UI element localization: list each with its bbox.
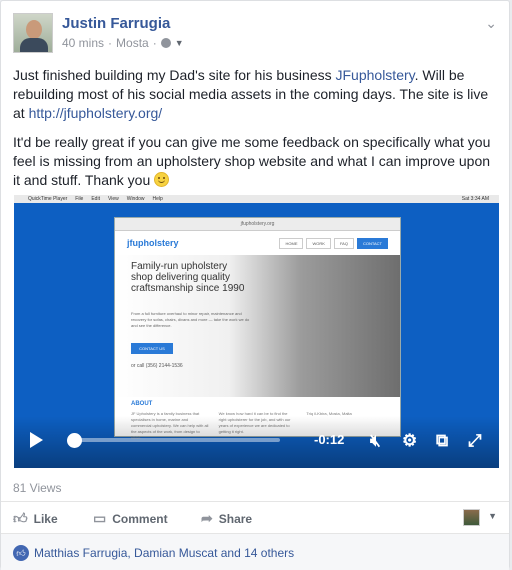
fullscreen-icon[interactable]: ⤢ [468, 431, 482, 451]
comment-icon: ▭ [93, 510, 107, 526]
site-call: or call (356) 2144-1536 [131, 363, 183, 369]
like-badge-icon: 👍︎ [13, 545, 29, 561]
caret-down-icon[interactable]: ▼ [175, 38, 184, 48]
share-as-avatar[interactable] [463, 509, 480, 526]
view-count[interactable]: 81 Views [13, 481, 61, 495]
caret-down-icon[interactable]: ▼ [488, 511, 497, 521]
site-logo: jfupholstery [127, 238, 179, 248]
seek-bar[interactable] [70, 438, 280, 442]
site-tab: FAQ [333, 237, 354, 249]
chevron-down-icon[interactable]: ⌄ [485, 15, 497, 32]
post-text-span: Just finished building my Dad's site for… [13, 67, 336, 83]
like-label: Like [33, 511, 58, 526]
settings-icon[interactable]: ⚙ [402, 431, 417, 451]
likers-list[interactable]: Matthias Farrugia, Damian Muscat and 14 … [34, 546, 294, 560]
action-bar: 👍︎ Like ▭ Comment ➦ Share ▼ [1, 501, 509, 534]
comment-label: Comment [112, 511, 168, 526]
mac-menu-bar: QuickTime Player File Edit View Window H… [14, 195, 499, 203]
post-text-span: It'd be really great if you can give me … [13, 134, 491, 188]
like-button[interactable]: 👍︎ Like [13, 510, 58, 527]
author-name[interactable]: Justin Farrugia [62, 15, 184, 32]
seek-handle[interactable] [66, 433, 82, 448]
share-button[interactable]: ➦ Share [201, 510, 252, 527]
player-controls: -0:12 🔇︎ ⚙ ⧉ ⤢ [14, 416, 499, 468]
site-nav: jfupholstery HOME WORK FAQ CONTACT [115, 231, 400, 255]
post-time[interactable]: 40 mins [62, 36, 104, 50]
smiley-icon [154, 172, 170, 187]
post-paragraph-1: Just finished building my Dad's site for… [13, 66, 499, 123]
share-icon: ➦ [201, 510, 213, 526]
site-hero-title: Family-run upholstery shop delivering qu… [131, 261, 245, 294]
site-tab: HOME [279, 237, 304, 249]
video-player[interactable]: QuickTime Player File Edit View Window H… [14, 195, 499, 468]
share-label: Share [218, 511, 253, 526]
post-location[interactable]: Mosta [116, 36, 149, 50]
like-icon: 👍︎ [13, 510, 28, 526]
post-header: Justin Farrugia 40 mins · Mosta · ▼ [13, 13, 184, 55]
post-text: Just finished building my Dad's site for… [13, 66, 499, 200]
site-about-heading: ABOUT [131, 401, 153, 407]
cast-icon[interactable]: ⧉ [436, 431, 448, 451]
post-paragraph-2: It'd be really great if you can give me … [13, 133, 499, 190]
mac-menu-item: QuickTime Player [28, 196, 68, 202]
author-avatar[interactable] [13, 13, 53, 53]
time-remaining: -0:12 [314, 432, 345, 447]
avatar-face [26, 20, 42, 39]
site-tabs: HOME WORK FAQ CONTACT [279, 237, 388, 249]
likes-summary: 👍︎ Matthias Farrugia, Damian Muscat and … [1, 533, 509, 570]
mac-menu-item: View [107, 196, 119, 202]
mac-menu-item: Help [152, 196, 163, 202]
feed-post: Justin Farrugia 40 mins · Mosta · ▼ ⌄ Ju… [0, 0, 510, 570]
site-url-link[interactable]: http://jfupholstery.org/ [29, 105, 163, 121]
mute-icon[interactable]: 🔇︎ [370, 431, 381, 451]
meta-separator: · [108, 36, 113, 50]
meta-separator: · [152, 36, 157, 50]
mac-menu-item: File [75, 196, 84, 202]
site-tab: CONTACT [356, 237, 388, 249]
play-icon[interactable] [30, 432, 43, 448]
browser-url: jfupholstery.org [115, 218, 400, 231]
globe-icon[interactable] [160, 38, 171, 48]
author-info: Justin Farrugia 40 mins · Mosta · ▼ [62, 13, 184, 55]
browser-window: jfupholstery.org jfupholstery HOME WORK … [114, 217, 401, 440]
site-contact-button: CONTACT US [131, 343, 173, 354]
mac-clock: Sat 3:34 AM [461, 196, 489, 202]
site-tab: WORK [306, 237, 331, 249]
comment-button[interactable]: ▭ Comment [93, 510, 168, 527]
mac-menu-item: Edit [91, 196, 100, 202]
post-meta: 40 mins · Mosta · ▼ [62, 36, 184, 50]
mac-menu-item: Window [126, 196, 145, 202]
site-hero: Family-run upholstery shop delivering qu… [115, 255, 400, 397]
site-hero-sub: From a full furniture overhaul to minor … [131, 311, 250, 328]
avatar-body [20, 38, 48, 52]
page-link[interactable]: JFupholstery [336, 67, 415, 83]
